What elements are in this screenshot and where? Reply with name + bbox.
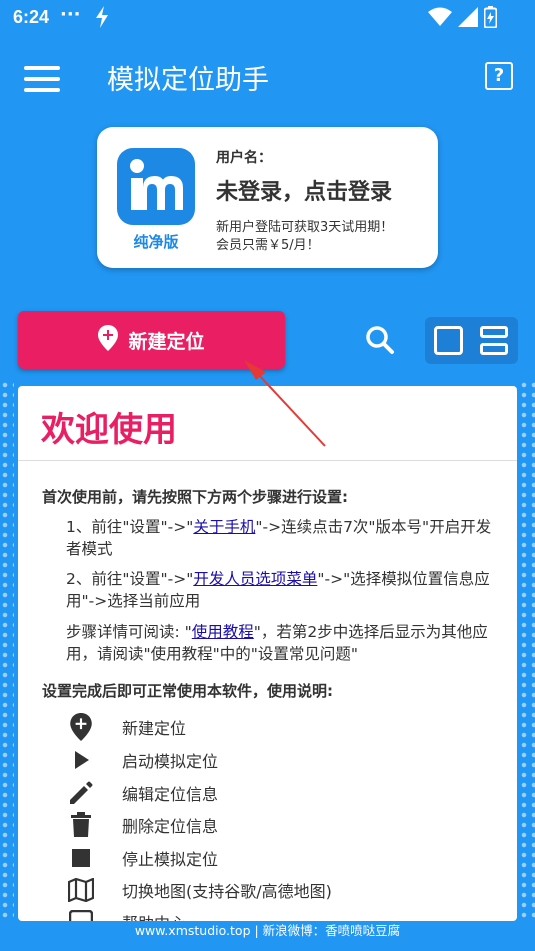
setup-intro: 首次使用前，请先按照下方两个步骤进行设置: xyxy=(42,488,349,506)
notification-dots-icon: ··· xyxy=(60,4,81,25)
stop-icon xyxy=(66,844,96,872)
app-title: 模拟定位助手 xyxy=(107,65,269,95)
about-phone-link[interactable]: 关于手机 xyxy=(193,518,255,536)
menu-icon[interactable] xyxy=(24,66,60,92)
welcome-card: 欢迎使用 首次使用前，请先按照下方两个步骤进行设置: 1、前往"设置"->"关于… xyxy=(18,386,517,921)
help-center-icon xyxy=(66,908,96,921)
usage-item: 新建定位 xyxy=(66,713,186,741)
single-view-icon[interactable] xyxy=(434,326,463,355)
footer-credits: www.xmstudio.top | 新浪微博：香喷喷哒豆腐 xyxy=(134,923,401,938)
lightning-icon xyxy=(94,6,110,33)
username-label: 用户名： xyxy=(216,150,272,166)
usage-label: 编辑定位信息 xyxy=(122,785,219,804)
welcome-title: 欢迎使用 xyxy=(41,410,177,450)
usage-label: 切换地图(支持谷歌/高德地图) xyxy=(122,882,332,901)
logo-label: 纯净版 xyxy=(133,233,179,251)
help-icon[interactable]: ? xyxy=(485,62,513,90)
pencil-icon xyxy=(66,779,96,807)
search-icon[interactable] xyxy=(364,324,396,356)
map-icon xyxy=(66,876,96,904)
usage-item: 删除定位信息 xyxy=(66,811,218,839)
usage-label: 启动模拟定位 xyxy=(122,752,219,771)
new-location-label: 新建定位 xyxy=(128,330,205,353)
status-icons xyxy=(428,6,498,33)
status-time: 6:24 xyxy=(13,7,50,27)
usage-label: 删除定位信息 xyxy=(122,817,219,836)
setup-step-1: 1、前往"设置"->"关于手机"->连续点击7次"版本号"开启开发者模式 xyxy=(66,518,492,558)
play-icon xyxy=(66,746,96,774)
app-logo xyxy=(117,148,195,225)
promo-text-trial: 新用户登陆可获取3天试用期！ xyxy=(216,220,394,235)
status-bar: 6:24 ··· xyxy=(0,0,535,36)
decorative-dots-left xyxy=(0,380,14,920)
trash-icon xyxy=(66,811,96,839)
usage-label: 新建定位 xyxy=(122,719,187,738)
divider xyxy=(18,460,517,461)
usage-item: 切换地图(支持谷歌/高德地图) xyxy=(66,876,332,904)
login-link[interactable]: 未登录，点击登录 xyxy=(216,174,392,206)
usage-item: 停止模拟定位 xyxy=(66,844,218,872)
battery-icon xyxy=(483,6,498,33)
add-location-icon xyxy=(66,713,96,741)
wifi-icon xyxy=(428,7,452,32)
add-location-icon xyxy=(98,324,119,356)
usage-label: 停止模拟定位 xyxy=(122,850,219,869)
view-toggle xyxy=(425,317,518,364)
list-view-icon[interactable] xyxy=(480,326,508,355)
signal-icon xyxy=(458,7,478,32)
usage-label: 帮助中心 xyxy=(122,910,186,921)
developer-options-link[interactable]: 开发人员选项菜单 xyxy=(193,570,317,588)
tutorial-link[interactable]: 使用教程 xyxy=(192,623,254,641)
setup-step-2: 2、前往"设置"->"开发人员选项菜单"->"选择模拟位置信息应用"->选择当前… xyxy=(66,570,490,610)
usage-item: 启动模拟定位 xyxy=(66,746,218,774)
usage-item: 编辑定位信息 xyxy=(66,779,218,807)
promo-text-price: 会员只需￥5/月！ xyxy=(216,238,320,253)
user-card[interactable]: 纯净版 用户名： 未登录，点击登录 新用户登陆可获取3天试用期！ 会员只需￥5/… xyxy=(97,127,438,268)
app-bar: 模拟定位助手 ? xyxy=(0,46,535,110)
red-arrow-annotation xyxy=(244,360,326,447)
usage-item: 帮助中心 xyxy=(66,908,186,921)
setup-step-details: 步骤详情可阅读: "使用教程"，若第2步中选择后显示为其他应用，请阅读"使用教程… xyxy=(66,623,488,663)
usage-title: 设置完成后即可正常使用本软件，使用说明: xyxy=(42,682,334,700)
decorative-dots-right xyxy=(519,380,535,920)
